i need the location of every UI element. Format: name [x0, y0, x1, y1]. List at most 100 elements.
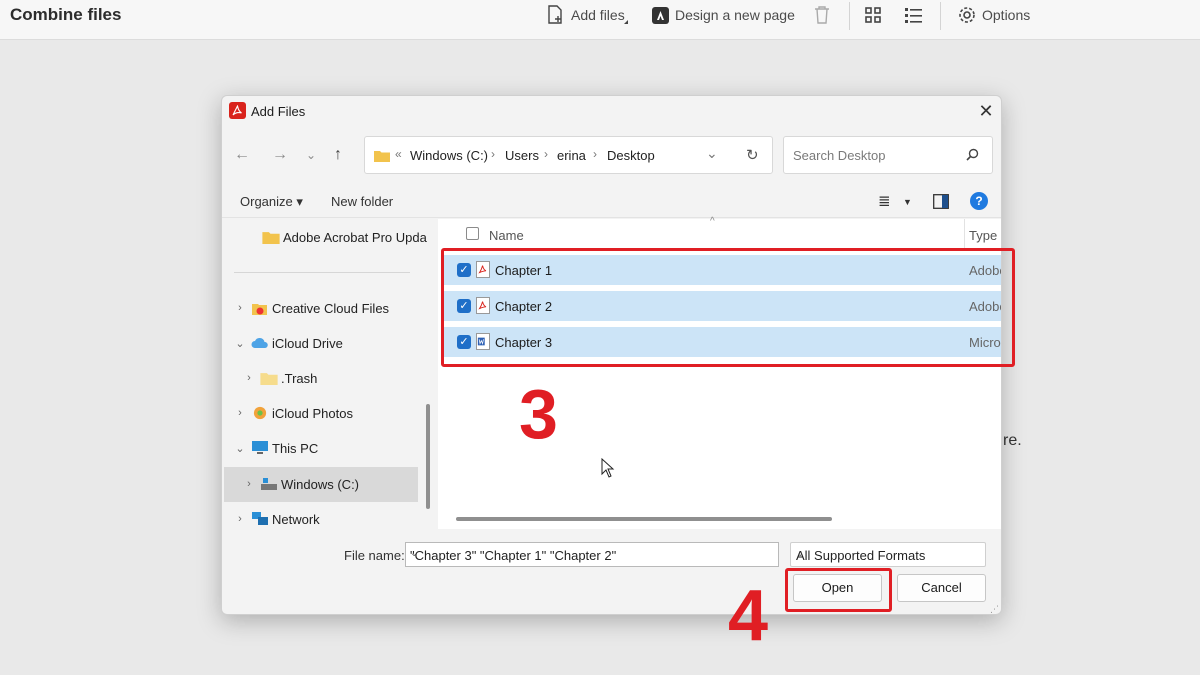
nav-item-label: iCloud Photos — [272, 405, 353, 421]
breadcrumb-separator-icon: › — [593, 147, 597, 161]
background-text: re. — [1003, 432, 1022, 449]
design-page-button[interactable]: Design a new page — [652, 4, 795, 26]
nav-item-label: Windows (C:) — [281, 476, 360, 492]
address-dropdown-icon[interactable]: ⌄ — [706, 145, 718, 162]
chevron-down-icon: ⌄ — [796, 548, 805, 559]
breadcrumb-item[interactable]: Windows (C:) — [410, 148, 488, 163]
nav-item-creative-cloud[interactable]: › Creative Cloud Files — [233, 291, 389, 325]
nav-item-trash[interactable]: › .Trash — [242, 361, 317, 395]
cancel-button[interactable]: Cancel — [897, 574, 986, 602]
folder-icon — [260, 373, 278, 385]
app-toolbar: Combine files Add files Design a new pag… — [0, 0, 1200, 40]
breadcrumb-separator-icon: › — [544, 147, 548, 161]
chevron-right-icon[interactable]: › — [242, 478, 256, 490]
options-button[interactable]: Options — [958, 4, 1030, 26]
search-input[interactable]: Search Desktop — [783, 136, 993, 174]
file-name-input[interactable]: "Chapter 3" "Chapter 1" "Chapter 2" ⌄ — [405, 542, 779, 567]
column-type-header[interactable]: Type — [969, 228, 997, 243]
photos-icon — [253, 406, 267, 420]
delete-button[interactable] — [813, 4, 831, 26]
toolbar-divider — [940, 2, 941, 30]
nav-item-label: This PC — [272, 440, 319, 456]
add-files-button[interactable]: Add files — [547, 4, 625, 26]
preview-pane-icon[interactable] — [933, 194, 949, 209]
view-options-icon[interactable]: ≣ — [878, 192, 891, 210]
toolbar-divider — [849, 2, 850, 30]
horizontal-scrollbar[interactable] — [456, 517, 832, 521]
column-header: ^ Name Type — [438, 216, 1001, 249]
command-bar: Organize ▾ New folder ≣ ▼ ? — [222, 186, 1001, 218]
nav-item-label: iCloud Drive — [272, 335, 343, 351]
highlight-box-files — [441, 248, 1015, 367]
address-bar[interactable]: « Windows (C:) › Users › erina › Desktop… — [364, 136, 773, 174]
chevron-down-icon[interactable]: ⌄ — [233, 337, 247, 350]
cloud-icon — [251, 337, 268, 348]
breadcrumb-overflow[interactable]: « — [395, 147, 402, 161]
resize-grip-icon[interactable]: ⋰ — [990, 604, 999, 614]
breadcrumb-item[interactable]: Users — [505, 148, 539, 163]
nav-item-icloud-drive[interactable]: ⌄ iCloud Drive — [233, 326, 343, 360]
navigation-bar: ← → ⌄ ↑ « Windows (C:) › Users › erina ›… — [222, 134, 1001, 174]
close-icon[interactable]: ✕ — [976, 101, 996, 121]
back-arrow-icon[interactable]: ← — [234, 146, 250, 164]
gear-icon — [959, 7, 975, 23]
forward-arrow-icon[interactable]: → — [272, 146, 288, 164]
dialog-title: Add Files — [251, 104, 306, 119]
mouse-cursor-icon — [601, 458, 615, 478]
nav-item-label: Creative Cloud Files — [272, 300, 390, 316]
file-type-filter[interactable]: All Supported Formats ⌄ — [790, 542, 986, 567]
chevron-down-icon[interactable]: ⌄ — [410, 548, 772, 559]
trash-icon — [815, 6, 829, 24]
step-number-4: 4 — [728, 576, 769, 656]
file-name-label: File name: — [344, 548, 405, 563]
monitor-icon — [252, 441, 268, 454]
grid-view-button[interactable] — [865, 4, 881, 26]
nav-item-this-pc[interactable]: ⌄ This PC — [233, 431, 318, 465]
recent-locations-chevron-icon[interactable]: ⌄ — [306, 148, 316, 162]
chevron-right-icon[interactable]: › — [233, 302, 247, 314]
nav-item-windows-c[interactable]: › Windows (C:) — [242, 467, 359, 501]
chevron-right-icon[interactable]: › — [233, 407, 247, 419]
column-name-header[interactable]: Name — [489, 228, 524, 243]
nav-item-icloud-photos[interactable]: › iCloud Photos — [233, 396, 353, 430]
view-dropdown-icon[interactable]: ▼ — [903, 197, 912, 207]
folder-icon — [374, 151, 390, 162]
design-page-label: Design a new page — [675, 7, 795, 23]
nav-item-network[interactable]: › Network — [233, 502, 320, 536]
list-icon — [905, 8, 922, 23]
new-folder-button[interactable]: New folder — [331, 194, 393, 209]
refresh-icon[interactable]: ↻ — [746, 146, 759, 164]
nav-scrollbar[interactable] — [426, 404, 430, 509]
chevron-right-icon[interactable]: › — [242, 372, 256, 384]
select-all-checkbox[interactable] — [466, 227, 479, 240]
breadcrumb-separator-icon: › — [491, 147, 495, 161]
drive-icon — [261, 478, 277, 490]
navigation-pane: Adobe Acrobat Pro Upda › Creative Cloud … — [222, 219, 436, 539]
add-files-label: Add files — [571, 7, 625, 23]
adobe-express-icon — [652, 6, 669, 24]
help-icon[interactable]: ? — [970, 192, 988, 210]
breadcrumb-item[interactable]: Desktop — [607, 148, 655, 163]
chevron-down-icon[interactable]: ⌄ — [233, 442, 247, 455]
organize-menu[interactable]: Organize ▾ — [240, 194, 303, 210]
add-files-dropdown-icon[interactable] — [624, 20, 628, 24]
breadcrumb-item[interactable]: erina — [557, 148, 586, 163]
column-divider[interactable] — [964, 219, 965, 249]
dialog-titlebar: Add Files ✕ — [222, 96, 1001, 126]
grid-icon — [865, 7, 881, 23]
highlight-box-open — [785, 568, 892, 612]
step-number-3: 3 — [519, 375, 558, 453]
up-arrow-icon[interactable]: ↑ — [334, 146, 342, 164]
options-label: Options — [982, 7, 1031, 23]
sort-up-icon: ^ — [710, 216, 715, 227]
search-icon — [966, 148, 979, 161]
search-placeholder: Search Desktop — [793, 148, 886, 163]
list-view-button[interactable] — [905, 4, 922, 26]
add-file-icon — [548, 5, 562, 24]
nav-divider — [234, 272, 410, 273]
nav-item-label: .Trash — [281, 370, 318, 386]
chevron-right-icon[interactable]: › — [233, 513, 247, 525]
folder-icon — [262, 232, 280, 244]
nav-item-adobe-acrobat-folder[interactable]: Adobe Acrobat Pro Upda — [244, 220, 427, 254]
network-icon — [252, 512, 268, 525]
